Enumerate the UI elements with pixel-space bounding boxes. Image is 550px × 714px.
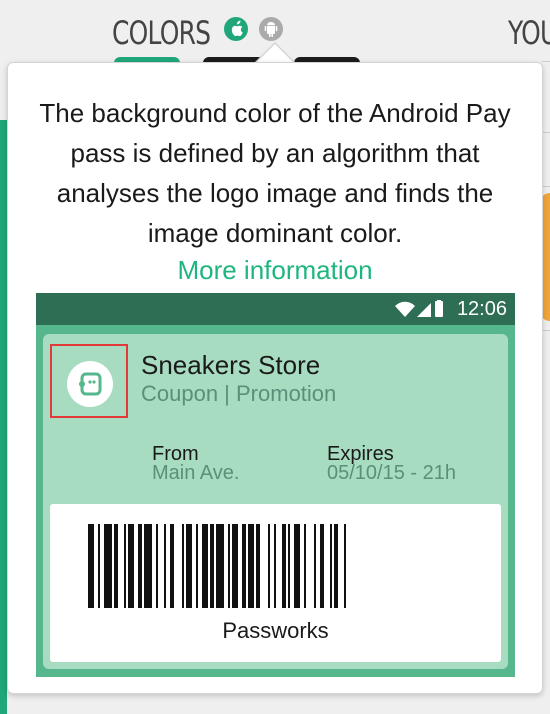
barcode-bar	[256, 524, 260, 608]
barcode-bar	[274, 524, 276, 608]
right-divider	[542, 132, 550, 133]
info-popover: The background color of the Android Pay …	[7, 62, 543, 694]
barcode-bar	[268, 524, 270, 608]
barcode-bar	[98, 524, 100, 608]
barcode-bar	[216, 524, 224, 608]
more-information-link[interactable]: More information	[8, 255, 542, 286]
barcode-bar	[228, 524, 230, 608]
barcode-bar	[182, 524, 184, 608]
barcode-panel: Passworks	[50, 504, 501, 662]
right-divider	[542, 61, 550, 62]
barcode-bar	[334, 524, 338, 608]
phone-preview: 12:06 Sneakers Store Coupon | Promotion …	[36, 293, 515, 677]
barcode-bar	[288, 524, 290, 608]
store-logo	[67, 361, 113, 407]
from-value: Main Ave.	[152, 462, 240, 484]
phone-status-bar: 12:06	[36, 293, 515, 325]
barcode-bar	[330, 524, 332, 608]
barcode-bar	[164, 524, 166, 608]
android-icon[interactable]	[259, 17, 283, 41]
barcode-bar	[170, 524, 174, 608]
signal-icon	[417, 303, 431, 317]
barcode-bar	[138, 524, 142, 608]
right-divider	[542, 186, 550, 187]
popover-description: The background color of the Android Pay …	[39, 98, 511, 248]
barcode-bar	[186, 524, 192, 608]
barcode-bar	[282, 524, 286, 608]
barcode-bar	[210, 524, 214, 608]
barcode-bar	[242, 524, 246, 608]
store-name: Sneakers Store	[141, 350, 321, 380]
barcode-bar	[196, 524, 198, 608]
store-subtitle: Coupon | Promotion	[141, 381, 337, 406]
apple-icon[interactable]	[224, 17, 248, 41]
barcode-bar	[202, 524, 208, 608]
barcode-bar	[232, 524, 238, 608]
pass-card: Sneakers Store Coupon | Promotion From M…	[43, 334, 508, 669]
you-section-title: YOU	[508, 14, 550, 52]
expires-value: 05/10/15 - 21h	[327, 462, 456, 484]
barcode-bar	[124, 524, 126, 608]
barcode-bar	[344, 524, 346, 608]
left-accent-bar	[0, 120, 7, 714]
wifi-icon	[395, 301, 415, 317]
popover-arrow-fill	[256, 44, 294, 63]
status-time: 12:06	[456, 298, 507, 320]
barcode-bar	[114, 524, 118, 608]
barcode-bar	[248, 524, 254, 608]
barcode-bar	[144, 524, 152, 608]
status-icons	[393, 300, 445, 318]
right-divider	[542, 330, 550, 331]
barcode-bar	[128, 524, 134, 608]
barcode-bar	[294, 524, 300, 608]
battery-icon	[435, 301, 443, 317]
colors-section-title: COLORS	[112, 14, 211, 52]
barcode-bar	[304, 524, 306, 608]
logo-highlight-box	[50, 344, 128, 418]
barcode-bar	[104, 524, 112, 608]
barcode-bar	[88, 524, 94, 608]
barcode-bar	[314, 524, 316, 608]
barcode-text: Passworks	[222, 618, 329, 643]
barcode-bar	[320, 524, 324, 608]
barcode-icon	[88, 524, 346, 608]
barcode-bar	[156, 524, 158, 608]
